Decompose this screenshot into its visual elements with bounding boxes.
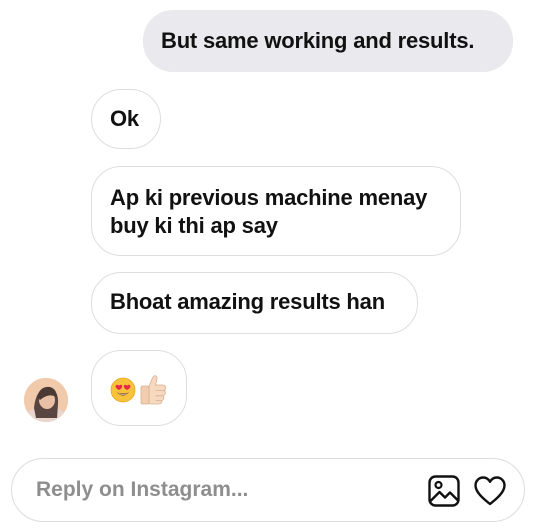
message-text-line: buy ki thi ap say [110, 213, 278, 238]
heart-icon[interactable] [472, 473, 508, 509]
image-gallery-icon[interactable] [426, 473, 462, 509]
message-bubble-received-emoji[interactable] [91, 350, 187, 426]
reply-bar [11, 458, 525, 522]
message-bubble-sent[interactable]: But same working and results. [143, 10, 513, 72]
message-bubble-received[interactable]: Bhoat amazing results han [91, 272, 418, 334]
heart-eyes-emoji-icon [110, 377, 136, 403]
message-bubble-received[interactable]: Ok [91, 89, 161, 149]
message-bubble-received[interactable]: Ap ki previous machine menay buy ki thi … [91, 166, 461, 256]
message-text: Ok [110, 106, 139, 131]
thumbs-up-emoji-icon [140, 375, 166, 405]
message-text: But same working and results. [161, 28, 475, 53]
avatar[interactable] [24, 378, 68, 422]
avatar-image [24, 378, 68, 422]
message-text-line: Ap ki previous machine menay [110, 185, 428, 210]
message-text: Bhoat amazing results han [110, 289, 385, 314]
reply-input[interactable] [36, 473, 396, 507]
